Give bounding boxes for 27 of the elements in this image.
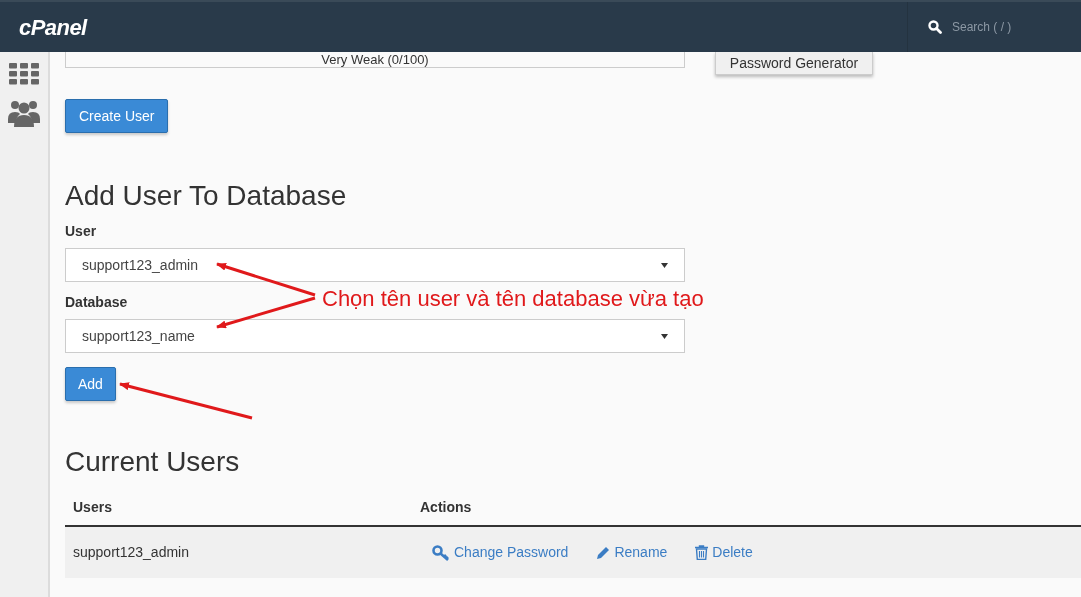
caret-icon xyxy=(661,262,668,268)
users-group-icon[interactable] xyxy=(8,99,40,127)
caret-icon xyxy=(661,333,668,339)
field-label: User xyxy=(65,222,97,241)
table-cell-text: support123_admin xyxy=(72,543,190,562)
action-link[interactable]: Delete xyxy=(695,542,753,563)
search-field[interactable]: Search ( / ) xyxy=(952,18,1072,36)
trash-icon xyxy=(695,545,709,560)
select-field[interactable]: support123_name xyxy=(65,319,685,353)
cpanel-logo[interactable]: cPanel xyxy=(19,10,87,44)
action-link[interactable]: Change Password xyxy=(432,542,569,563)
annotation-text: Chọn tên user và tên database vừa tạo xyxy=(322,285,704,313)
pencil-icon xyxy=(596,545,611,560)
add-button[interactable]: Add xyxy=(65,367,116,401)
section-heading: Current Users xyxy=(65,445,241,479)
select-field[interactable]: support123_admin xyxy=(65,248,685,282)
field-label: Database xyxy=(65,293,128,312)
password-strength-meter: Very Weak (0/100) xyxy=(65,52,685,68)
create-user-button[interactable]: Create User xyxy=(65,99,169,133)
key-icon xyxy=(432,544,450,561)
action-link[interactable]: Rename xyxy=(596,542,668,563)
section-heading: Add User To Database xyxy=(65,179,348,213)
apps-grid-icon[interactable] xyxy=(9,63,39,85)
password-generator-button[interactable]: Password Generator xyxy=(715,52,873,75)
column-header: Users xyxy=(72,497,113,517)
search-icon xyxy=(928,20,942,34)
column-header: Actions xyxy=(420,497,473,517)
